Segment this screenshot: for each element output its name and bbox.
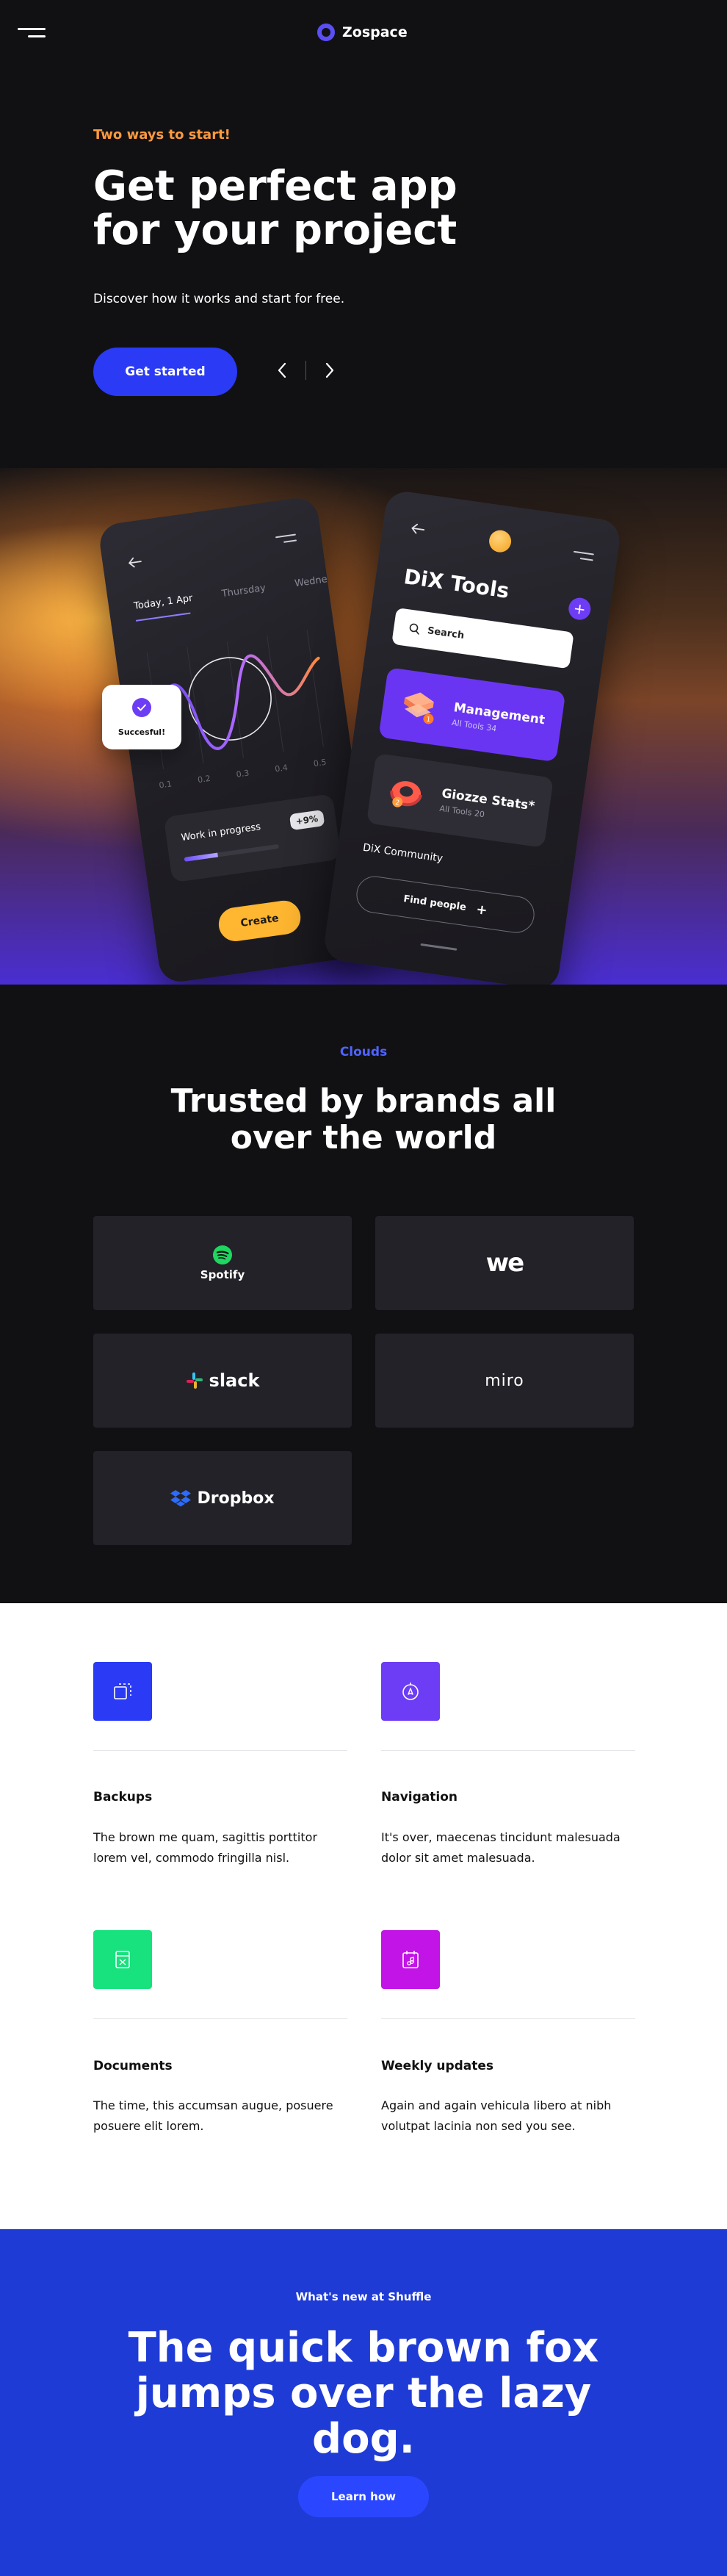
features-section: Backups The brown me quam, sagittis port… [0,1603,727,2229]
wetransfer-logo-icon: we [485,1248,525,1278]
calendar-music-icon [381,1930,440,1989]
chevron-left-icon[interactable] [272,360,292,381]
slider-divider [305,361,306,380]
work-progress-card[interactable]: Work in progress +9% [163,793,341,883]
tick-label: 0.3 [235,768,250,780]
brand-card-wetransfer[interactable]: we [375,1216,634,1310]
plus-icon: + [475,901,489,918]
donut-icon: 2 [390,781,422,807]
spotify-logo-icon [213,1245,232,1264]
feature-divider [381,2018,635,2019]
tick-label: 0.4 [274,763,289,774]
work-progress-fill [184,852,218,862]
ring-logo-icon [317,24,335,41]
site-header: Zospace [0,0,727,68]
feature-title-weekly-updates: Weekly updates [381,2059,494,2073]
cta-section: What's new at Shuffle The quick brown fo… [0,2229,727,2576]
hero-subtitle: Discover how it works and start for free… [93,292,345,306]
brands-section: Clouds Trusted by brands all over the wo… [0,985,727,1603]
hamburger-menu-icon[interactable] [18,25,46,40]
menu-icon[interactable] [573,550,594,563]
tick-label: 0.2 [197,773,211,785]
create-button[interactable]: Create [216,898,303,943]
brands-title: Trusted by brands all over the world [170,1082,557,1156]
feature-text-weekly-updates: Again and again vehicula libero at nibh … [381,2098,612,2133]
backup-icon [93,1662,152,1721]
brand-card-spotify[interactable]: Spotify [93,1216,352,1310]
hero-section: Two ways to start! Get perfect app for y… [0,68,727,992]
management-card[interactable]: 1 Management All Tools 34 [378,667,566,763]
work-progress-badge: +9% [289,810,325,831]
hero-title: Get perfect app for your project [93,162,457,254]
brand-card-dropbox[interactable]: Dropbox [93,1451,352,1545]
day-tab-thursday[interactable]: Thursday [221,583,267,600]
document-icon [93,1930,152,1989]
back-arrow-icon[interactable] [410,522,427,539]
tick-label: 0.5 [313,757,328,769]
add-icon[interactable]: + [567,596,593,622]
get-started-button[interactable]: Get started [93,348,237,396]
slack-logo-icon [186,1372,203,1389]
tools-title: DiX Tools [402,564,511,603]
tick-label: 0.1 [158,779,173,791]
feature-title-backups: Backups [93,1790,153,1805]
stack-icon: 1 [404,692,434,724]
cta-title: The quick brown fox jumps over the lazy … [128,2324,599,2463]
feature-title-navigation: Navigation [381,1790,457,1805]
logo[interactable]: Zospace [317,24,408,41]
avatar[interactable] [488,528,513,554]
brand-card-miro[interactable]: miro [375,1334,634,1428]
brand-name-slack: slack [209,1370,260,1391]
brand-name: Zospace [342,24,408,40]
brand-name-dropbox: Dropbox [197,1489,275,1508]
dropbox-logo-icon [170,1490,192,1507]
day-tab-today[interactable]: Today, 1 Apr [133,593,193,612]
feature-divider [93,2018,347,2019]
feature-text-navigation: It's over, maecenas tincidunt malesuada … [381,1830,621,1865]
brand-card-slack[interactable]: slack [93,1334,352,1428]
learn-how-button[interactable]: Learn how [298,2476,429,2517]
community-label: DiX Community [362,841,444,865]
search-placeholder: Search [427,625,466,641]
slider-controls [272,360,340,381]
menu-icon[interactable] [275,533,297,545]
feature-divider [93,1750,347,1751]
brand-name-spotify: Spotify [200,1268,245,1281]
feature-text-backups: The brown me quam, sagittis porttitor lo… [93,1830,318,1865]
success-label: Succesful! [117,727,166,737]
find-people-label: Find people [402,893,467,913]
back-arrow-icon[interactable] [127,555,144,572]
brands-eyebrow: Clouds [339,1045,388,1059]
hero-eyebrow: Two ways to start! [93,127,231,143]
search-input[interactable]: Search [391,607,574,669]
active-tab-indicator [135,612,191,622]
search-icon [409,623,419,635]
navigation-icon [381,1662,440,1721]
giozze-stats-card[interactable]: 2 Giozze Stats* All Tools 20 [366,752,554,849]
cta-eyebrow: What's new at Shuffle [295,2290,432,2303]
feature-title-documents: Documents [93,2059,173,2073]
work-progress-label: Work in progress [180,821,261,844]
success-popup: Succesful! [102,685,181,749]
find-people-button[interactable]: Find people + [354,874,537,935]
work-progress-bar [184,843,280,862]
check-icon [132,698,151,717]
chevron-right-icon[interactable] [319,360,340,381]
home-indicator [420,943,457,951]
feature-divider [381,1750,635,1751]
day-tabs: Today, 1 Apr Thursday Wednesd [133,572,339,612]
miro-logo-icon: miro [485,1371,524,1390]
feature-text-documents: The time, this accumsan augue, posuere p… [93,2098,333,2133]
